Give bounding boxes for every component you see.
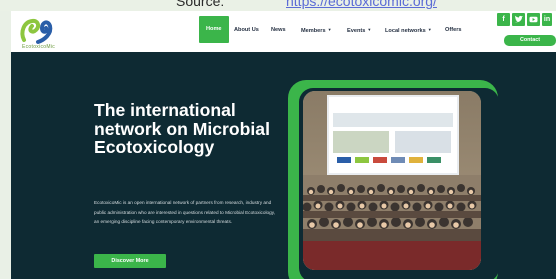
chevron-down-icon: ▼ [367, 27, 372, 32]
hero-title: The international network on Microbial E… [94, 100, 270, 157]
group-photo-image [303, 91, 481, 270]
chevron-down-icon: ▼ [427, 27, 432, 32]
top-strip: Source: https://ecotoxicomic.org/ [0, 0, 556, 11]
nav-item-news[interactable]: News [271, 23, 286, 38]
conference-group-photo [303, 91, 481, 270]
source-link[interactable]: https://ecotoxicomic.org/ [286, 0, 437, 9]
nav-item-events[interactable]: Events ▼ [347, 23, 371, 38]
hero-description: EcotoxicoMic is an open international ne… [94, 200, 275, 225]
facebook-icon[interactable]: f [497, 13, 510, 26]
nav-item-home[interactable]: Home [199, 16, 229, 43]
logo-text: EcotoxicoMic [22, 44, 56, 50]
nav-item-members[interactable]: Members ▼ [301, 23, 332, 38]
chevron-down-icon: ▼ [327, 27, 332, 32]
twitter-icon[interactable] [512, 13, 525, 26]
site-header: EcotoxicoMic Home About Us News Members ▼… [11, 11, 556, 52]
discover-more-button[interactable]: Discover More [94, 254, 166, 268]
contact-button[interactable]: Contact [504, 35, 556, 46]
nav-item-about-us[interactable]: About Us [234, 23, 259, 38]
nav-item-offers[interactable]: Offers [445, 23, 461, 38]
linkedin-icon[interactable]: in [542, 13, 552, 26]
source-label: Source: [176, 0, 225, 9]
nav-item-local-networks[interactable]: Local networks ▼ [385, 23, 432, 38]
youtube-icon[interactable] [527, 13, 540, 26]
hero-section: The international network on Microbial E… [11, 52, 556, 279]
